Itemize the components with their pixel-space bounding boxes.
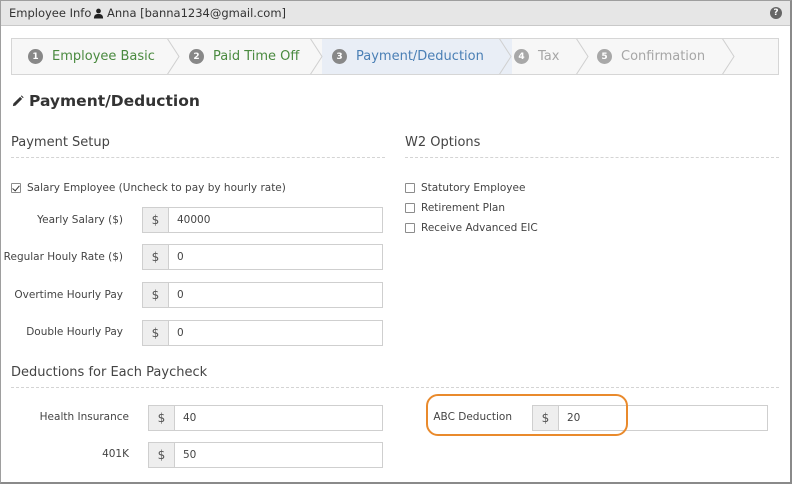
step-label: Payment/Deduction	[356, 49, 484, 64]
step-label: Paid Time Off	[213, 49, 300, 64]
regular-hourly-rate-label: Regular Houly Rate ($)	[3, 251, 123, 263]
step-separator-icon	[310, 39, 323, 74]
page-title: Payment/Deduction	[11, 92, 200, 110]
step-separator-icon	[576, 39, 589, 74]
user-icon	[93, 8, 104, 19]
step-separator-icon	[722, 39, 735, 74]
deductions-title: Deductions for Each Paycheck	[11, 365, 208, 380]
401k-field: $	[148, 442, 383, 468]
dollar-addon: $	[149, 406, 175, 430]
step-separator-icon	[167, 39, 180, 74]
salary-employee-checkbox[interactable]: Salary Employee (Uncheck to pay by hourl…	[11, 182, 286, 194]
w2-options-divider	[405, 157, 779, 158]
checkbox-unchecked-icon[interactable]	[405, 183, 415, 193]
statutory-employee-checkbox[interactable]: Statutory Employee	[405, 182, 525, 194]
yearly-salary-label: Yearly Salary ($)	[37, 214, 123, 226]
top-bar: Employee Info Anna [banna1234@gmail.com]…	[1, 1, 790, 26]
regular-hourly-rate-input[interactable]	[169, 245, 382, 269]
checkbox-unchecked-icon[interactable]	[405, 223, 415, 233]
w2-options-title: W2 Options	[405, 135, 481, 150]
health-insurance-input[interactable]	[175, 406, 382, 430]
retirement-plan-label: Retirement Plan	[421, 202, 505, 214]
double-hourly-pay-label: Double Hourly Pay	[26, 326, 123, 338]
health-insurance-field: $	[148, 405, 383, 431]
step-number: 2	[189, 49, 204, 64]
retirement-plan-checkbox[interactable]: Retirement Plan	[405, 202, 505, 214]
overtime-hourly-pay-field: $	[142, 282, 383, 308]
overtime-hourly-pay-input[interactable]	[169, 283, 382, 307]
payment-setup-divider	[11, 157, 385, 158]
dollar-addon: $	[143, 321, 169, 345]
401k-input[interactable]	[175, 443, 382, 467]
page-title-text: Payment/Deduction	[29, 92, 200, 110]
step-label: Tax	[538, 49, 560, 64]
checkbox-unchecked-icon[interactable]	[405, 203, 415, 213]
regular-hourly-rate-field: $	[142, 244, 383, 270]
dollar-addon: $	[149, 443, 175, 467]
step-paid-time-off[interactable]: 2 Paid Time Off	[189, 39, 299, 74]
help-icon[interactable]: ?	[770, 7, 782, 19]
dollar-addon: $	[143, 283, 169, 307]
step-separator-icon	[498, 39, 512, 74]
user-label: Anna [banna1234@gmail.com]	[107, 6, 287, 20]
pencil-icon	[12, 94, 24, 106]
health-insurance-label: Health Insurance	[39, 411, 129, 423]
401k-label: 401K	[102, 448, 129, 460]
overtime-hourly-pay-label: Overtime Hourly Pay	[14, 289, 123, 301]
step-number: 3	[332, 49, 347, 64]
deductions-divider	[11, 387, 779, 388]
receive-advanced-eic-label: Receive Advanced EIC	[421, 222, 538, 234]
step-number: 5	[597, 49, 612, 64]
dollar-addon: $	[143, 245, 169, 269]
user-info: Anna [banna1234@gmail.com]	[93, 6, 286, 20]
wizard-stepper: 1 Employee Basic 2 Paid Time Off 3 Payme…	[11, 38, 779, 75]
yearly-salary-field: $	[142, 207, 383, 233]
salary-employee-label: Salary Employee (Uncheck to pay by hourl…	[27, 182, 286, 194]
payment-setup-title: Payment Setup	[11, 135, 110, 150]
step-confirmation[interactable]: 5 Confirmation	[597, 39, 705, 74]
step-label: Confirmation	[621, 49, 706, 64]
yearly-salary-input[interactable]	[169, 208, 382, 232]
checkbox-checked-icon[interactable]	[11, 183, 21, 193]
step-payment-deduction[interactable]: 3 Payment/Deduction	[332, 39, 484, 74]
step-number: 4	[514, 49, 529, 64]
step-number: 1	[28, 49, 43, 64]
step-label: Employee Basic	[52, 49, 155, 64]
double-hourly-pay-field: $	[142, 320, 383, 346]
receive-advanced-eic-checkbox[interactable]: Receive Advanced EIC	[405, 222, 538, 234]
double-hourly-pay-input[interactable]	[169, 321, 382, 345]
statutory-employee-label: Statutory Employee	[421, 182, 526, 194]
abc-deduction-highlight	[426, 394, 628, 436]
app-title: Employee Info	[9, 6, 92, 20]
dollar-addon: $	[143, 208, 169, 232]
step-tax[interactable]: 4 Tax	[514, 39, 559, 74]
step-employee-basic[interactable]: 1 Employee Basic	[28, 39, 155, 74]
